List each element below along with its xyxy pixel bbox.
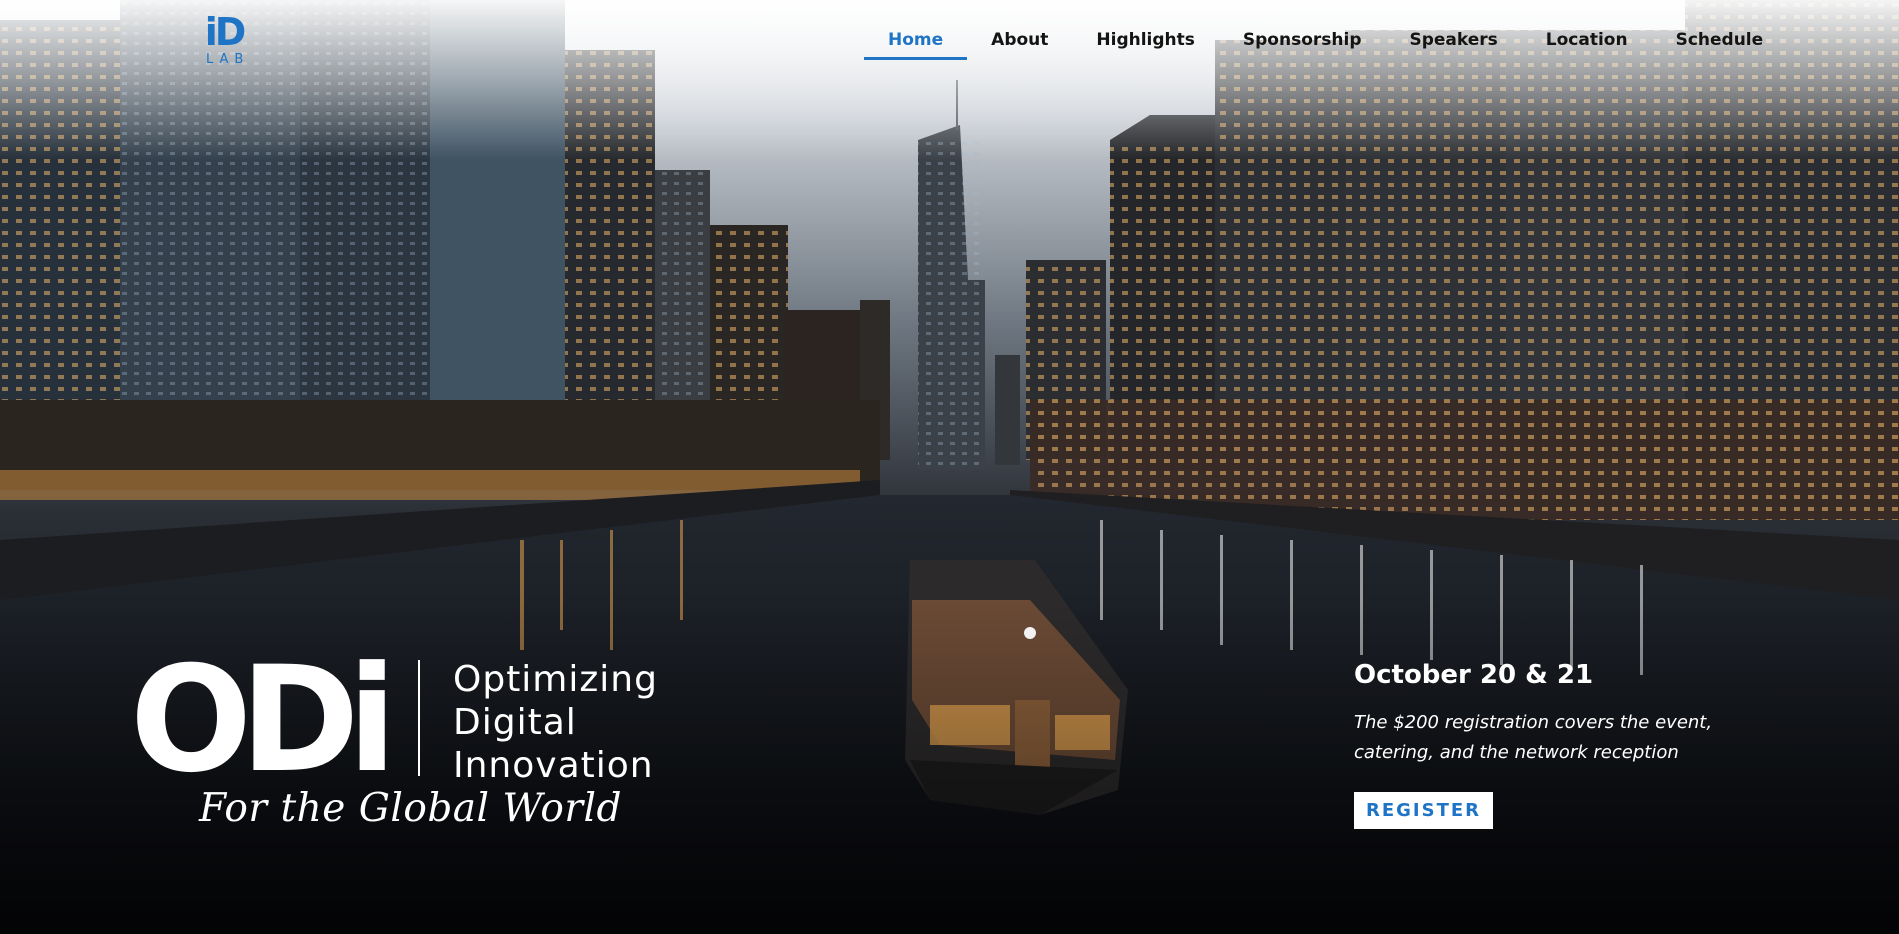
top-nav: Home About Highlights Sponsorship Speake… [864,30,1788,60]
odi-wordmark: ODi [130,658,390,776]
svg-text:ODi: ODi [130,658,385,776]
idlab-logo[interactable]: iD LAB [201,10,250,67]
nav-about[interactable]: About [967,30,1072,58]
brand-line-3: Innovation [453,745,654,786]
brand-lines: Optimizing Digital Innovation [453,658,693,787]
nav-speakers[interactable]: Speakers [1385,30,1521,58]
brand-divider [418,660,420,776]
nav-location[interactable]: Location [1522,30,1652,58]
nav-highlights[interactable]: Highlights [1072,30,1219,58]
brand-line-1: Optimizing [453,659,658,700]
nav-sponsorship[interactable]: Sponsorship [1219,30,1386,58]
logo-mark: iD [204,10,247,54]
event-description: The $200 registration covers the event, … [1354,712,1713,763]
brand-line-2: Digital [453,702,577,743]
event-date: October 20 & 21 [1354,660,1594,690]
logo-sub: LAB [206,52,250,67]
register-button[interactable]: REGISTER [1354,792,1494,829]
hero-section: iD LAB Home About Highlights Sponsorship… [0,0,1899,934]
nav-schedule[interactable]: Schedule [1652,30,1788,58]
tagline: For the Global World [199,786,622,831]
nav-home[interactable]: Home [864,30,968,60]
event-info: October 20 & 21 The $200 registration co… [1354,660,1754,829]
